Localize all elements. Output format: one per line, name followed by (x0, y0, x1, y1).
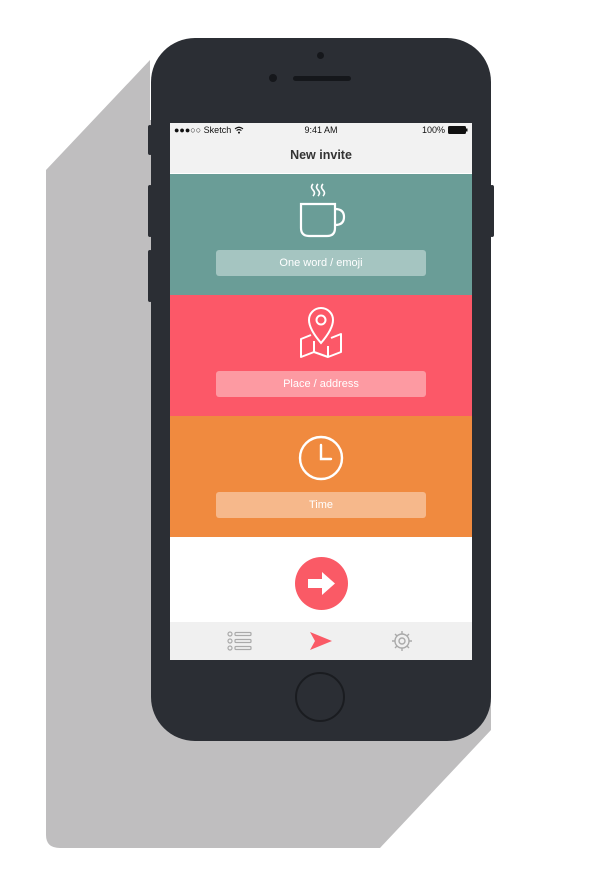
app-screen: ●●●○○ Sketch 9:41 AM 100% New invite One… (170, 123, 472, 660)
coffee-cup-icon (299, 183, 346, 238)
home-button[interactable] (295, 672, 345, 722)
status-bar: ●●●○○ Sketch 9:41 AM 100% (170, 123, 472, 138)
time-input[interactable]: Time (216, 492, 426, 518)
send-invite-button[interactable] (295, 557, 348, 610)
proximity-sensor (269, 74, 277, 82)
clock-icon (298, 435, 344, 481)
time-panel: Time (170, 416, 472, 537)
place-input[interactable]: Place / address (216, 371, 426, 397)
battery-percent: 100% (421, 125, 445, 135)
tab-bar (170, 622, 472, 660)
topic-panel: One word / emoji (170, 174, 472, 295)
battery-icon (448, 126, 468, 134)
place-panel: Place / address (170, 295, 472, 416)
phone-frame: ●●●○○ Sketch 9:41 AM 100% New invite One… (151, 38, 491, 741)
front-camera (317, 52, 324, 59)
map-pin-icon (300, 307, 342, 358)
list-icon[interactable] (227, 630, 253, 652)
nav-title: New invite (170, 138, 472, 173)
send-icon[interactable] (308, 630, 334, 652)
earpiece-speaker (293, 76, 351, 81)
gear-icon[interactable] (389, 630, 415, 652)
topic-input[interactable]: One word / emoji (216, 250, 426, 276)
arrow-right-icon (308, 572, 335, 595)
submit-area (170, 537, 472, 622)
